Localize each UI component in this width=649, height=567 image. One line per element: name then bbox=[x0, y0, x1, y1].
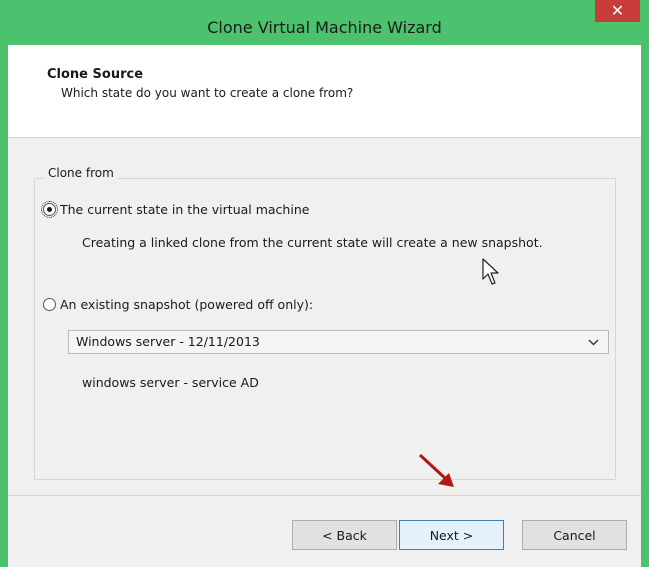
wizard-header: Clone Source Which state do you want to … bbox=[8, 45, 641, 138]
snapshot-description: windows server - service AD bbox=[82, 375, 259, 390]
close-icon: ✕ bbox=[610, 1, 625, 20]
chevron-down-icon[interactable] bbox=[588, 331, 599, 361]
annotation-arrow-icon bbox=[418, 453, 454, 487]
radio-existing-snapshot[interactable]: An existing snapshot (powered off only): bbox=[43, 297, 313, 312]
title-bar[interactable]: Clone Virtual Machine Wizard ✕ bbox=[0, 0, 649, 45]
current-state-description: Creating a linked clone from the current… bbox=[82, 235, 543, 250]
window-title: Clone Virtual Machine Wizard bbox=[207, 18, 442, 37]
radio-label-snapshot: An existing snapshot (powered off only): bbox=[60, 297, 314, 312]
snapshot-dropdown-value: Windows server - 12/11/2013 bbox=[76, 334, 260, 349]
next-button[interactable]: Next > bbox=[399, 520, 504, 550]
mouse-pointer-icon bbox=[482, 258, 499, 285]
page-title: Clone Source bbox=[47, 67, 144, 82]
footer-divider bbox=[8, 495, 641, 496]
wizard-client-area: Clone Source Which state do you want to … bbox=[8, 45, 641, 567]
radio-button-current[interactable] bbox=[41, 201, 58, 218]
group-legend: Clone from bbox=[44, 166, 118, 180]
wizard-window: Clone Virtual Machine Wizard ✕ Clone Sou… bbox=[0, 0, 649, 567]
radio-label-current: The current state in the virtual machine bbox=[60, 202, 310, 217]
back-button[interactable]: < Back bbox=[292, 520, 397, 550]
cancel-button[interactable]: Cancel bbox=[522, 520, 627, 550]
close-button[interactable]: ✕ bbox=[595, 0, 640, 22]
radio-current-state[interactable]: The current state in the virtual machine bbox=[41, 201, 310, 218]
clone-from-group bbox=[34, 178, 616, 480]
page-subtitle: Which state do you want to create a clon… bbox=[61, 86, 354, 100]
radio-button-snapshot[interactable] bbox=[43, 298, 56, 311]
snapshot-dropdown[interactable]: Windows server - 12/11/2013 bbox=[68, 330, 609, 354]
